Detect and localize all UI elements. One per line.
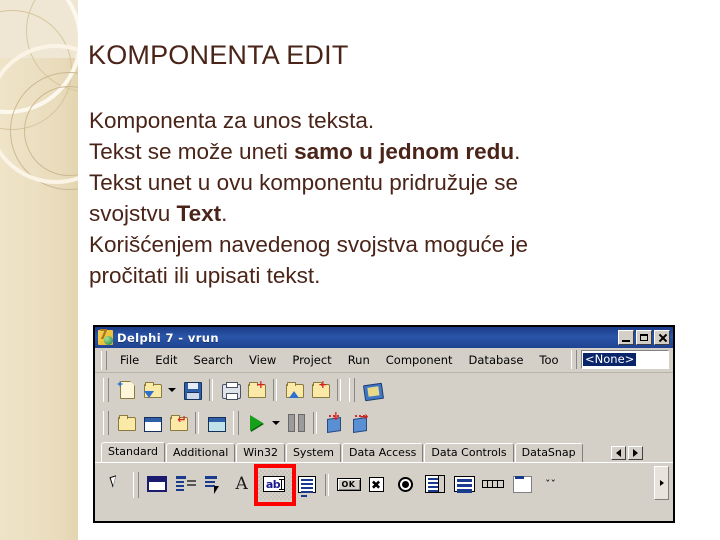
menu-item-file[interactable]: File [112,351,147,369]
tab-additional[interactable]: Additional [166,443,236,462]
memo-component[interactable] [292,470,321,500]
toggle-form-unit-icon[interactable]: ↵ [165,410,191,436]
trace-into-icon[interactable]: ↓ [321,410,347,436]
palette-separator-1 [325,473,329,496]
radiogroup-component[interactable]: ˇˇ [536,470,565,500]
tab-datasnap[interactable]: DataSnap [514,443,583,462]
project-combobox-value: <None> [583,351,637,367]
help-icon[interactable] [359,377,385,403]
tab-win32[interactable]: Win32 [236,443,285,462]
toolbar-separator-4 [195,412,199,434]
tab-data-controls[interactable]: Data Controls [424,443,514,462]
toolbar2-grip-2[interactable] [233,411,239,435]
menu-item-run[interactable]: Run [340,351,378,369]
body-line-6: pročitati ili upisati tekst. [89,263,321,288]
menu-item-edit[interactable]: Edit [147,351,185,369]
component-palette: A ab OK ✖ ˇˇ [95,462,673,506]
menu-drag-grip[interactable] [101,350,107,370]
combo-drag-grip[interactable] [571,350,577,369]
palette-tab-scroll-right-button[interactable] [628,446,643,460]
tab-data-access[interactable]: Data Access [341,443,424,462]
body-line-4: svojstvu Text. [89,201,228,226]
open-dropdown-icon[interactable] [165,377,179,403]
maximize-button[interactable] [636,330,652,345]
view-form-icon[interactable] [139,410,165,436]
edit-component[interactable]: ab [258,469,292,500]
toolbar-separator-1 [209,378,213,401]
tab-system[interactable]: System [285,443,341,462]
step-over-icon[interactable]: → [347,410,373,436]
toolbar1-grip-2[interactable] [349,377,355,402]
mainmenu-component[interactable] [171,470,200,500]
delphi-logo-icon [98,328,113,345]
frames-component[interactable] [142,470,171,500]
toolbar-row-1: + + [95,373,673,406]
palette-overflow-button[interactable] [654,466,669,500]
pause-icon[interactable] [283,410,309,436]
window-title: Delphi 7 - vrun [117,330,219,345]
scrollbar-component[interactable] [478,470,507,500]
toolbar-separator-2 [273,378,277,401]
project-combobox[interactable]: <None> [581,350,669,369]
page-title: KOMPONENTA EDIT [88,40,349,70]
new-form-icon[interactable] [203,410,229,436]
menu-item-search[interactable]: Search [186,351,242,369]
body-line-2: Tekst se može uneti samo u jednom redu. [89,139,521,164]
body-line-3: Tekst unet u ovu komponentu pridružuje s… [89,170,519,195]
delphi-window: Delphi 7 - vrun File Edit Search View Pr… [93,325,675,523]
new-item-icon[interactable] [113,377,139,403]
add-to-project-icon[interactable]: + [307,377,333,403]
decorative-sidebar [0,0,78,540]
palette-tab-scroll-left-button[interactable] [611,446,626,460]
tab-standard[interactable]: Standard [101,442,166,463]
pointer-tool[interactable] [101,470,130,500]
view-unit-icon[interactable] [113,410,139,436]
window-buttons [618,330,671,345]
label-component[interactable]: A [229,470,258,500]
window-titlebar[interactable]: Delphi 7 - vrun [95,327,673,348]
radiobutton-component[interactable] [391,470,420,500]
body-line-1: Komponenta za unos teksta. [89,108,375,133]
open-project-icon[interactable] [139,377,165,403]
popupmenu-component[interactable] [200,470,229,500]
radiogroup-chevron-icon: ˇˇ [545,477,556,491]
checkbox-component[interactable]: ✖ [362,470,391,500]
toolbar-separator-3 [337,378,341,401]
palette-grip[interactable] [133,471,139,498]
toolbar-row-2: ↵ ↓ → [95,406,673,440]
button-component[interactable]: OK [333,470,362,500]
menu-item-component[interactable]: Component [378,351,461,369]
listbox-component[interactable] [420,470,449,500]
save-all-icon[interactable]: + [243,377,269,403]
combobox-component[interactable] [449,470,478,500]
slide: KOMPONENTA EDIT Komponenta za unos tekst… [0,0,720,540]
project-combo-area: <None> [571,350,669,369]
menu-item-database[interactable]: Database [461,351,532,369]
menu-item-project[interactable]: Project [284,351,339,369]
close-button[interactable] [654,330,670,345]
run-icon[interactable] [243,410,269,436]
toolbar2-grip[interactable] [103,411,109,435]
body-line-5: Korišćenjem navedenog svojstva moguće je [89,232,528,257]
run-dropdown-icon[interactable] [269,410,283,436]
toolbar1-grip[interactable] [103,377,109,402]
print-icon[interactable] [217,377,243,403]
groupbox-component[interactable] [507,470,536,500]
minimize-button[interactable] [618,330,634,345]
save-icon[interactable] [179,377,205,403]
open-file-icon[interactable] [281,377,307,403]
decorative-ring-white-2 [0,44,78,184]
toolbar-separator-5 [313,412,317,434]
menu-bar: File Edit Search View Project Run Compon… [95,348,673,373]
slide-body-text: Komponenta za unos teksta. Tekst se može … [89,105,669,291]
palette-tab-scrollers [611,446,643,460]
component-palette-tabs: Standard Additional Win32 System Data Ac… [95,440,673,463]
menu-item-tools[interactable]: Too [531,351,566,369]
menu-item-view[interactable]: View [241,351,284,369]
